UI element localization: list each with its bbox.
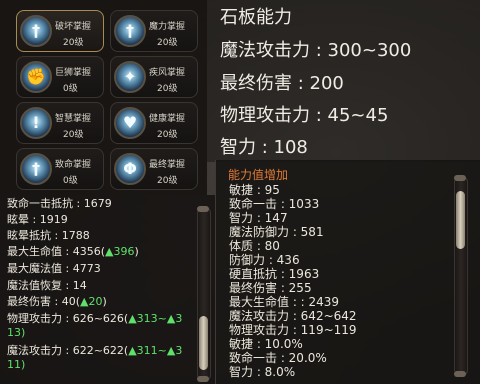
character-stats-panel: 致命一击抵抗 : 1679 眩晕 : 1919 眩晕抵抗 : 1788 最大生命… xyxy=(0,195,215,384)
stat-label: 物理攻击力 : 626~626( xyxy=(7,312,129,325)
tablet-stat: 魔法攻击力 : 300~300 xyxy=(220,40,412,61)
stat-row: 最大生命值 : 4356(▲396) xyxy=(7,245,139,258)
skill-slot-lion[interactable]: ✊ 巨狮掌握 0级 xyxy=(16,56,104,98)
skill-name: 健康掌握 xyxy=(149,114,186,124)
skill-slot-final[interactable]: Φ 最终掌握 20级 xyxy=(110,148,198,190)
increase-row: 魔法攻击力 : 642~642 xyxy=(229,309,357,323)
skill-name: 致命掌握 xyxy=(55,160,92,170)
scroll-up-cap[interactable] xyxy=(197,206,209,212)
stat-label: 眩晕抵抗 : 1788 xyxy=(7,229,90,242)
skill-slot-health[interactable]: ♥ 健康掌握 20级 xyxy=(110,102,198,144)
stat-bonus: ▲311~▲3 xyxy=(128,344,183,357)
stat-bonus: ▲396 xyxy=(105,245,135,258)
stat-bonus: ▲20 xyxy=(80,295,103,308)
increase-scroll-thumb[interactable] xyxy=(456,191,465,249)
stat-row: 眩晕抵抗 : 1788 xyxy=(7,229,90,242)
skill-icon-lion: ✊ xyxy=(20,61,52,93)
stat-row-wrap: 11) xyxy=(7,358,25,371)
skill-slot-wisdom[interactable]: ! 智慧掌握 20级 xyxy=(16,102,104,144)
stat-row: 魔法攻击力 : 622~622(▲311~▲3 xyxy=(7,344,182,357)
increase-row: 敏捷 : 95 xyxy=(229,183,280,197)
skill-level: 0级 xyxy=(63,176,78,186)
skill-level: 0级 xyxy=(63,84,78,94)
skill-icon-destruction: † xyxy=(20,15,52,47)
increase-row: 物理攻击力 : 119~119 xyxy=(229,323,357,337)
stat-label: 魔法攻击力 : 622~622( xyxy=(7,344,129,357)
tablet-stat: 智力 : 108 xyxy=(220,137,308,158)
stat-label: 致命一击抵抗 : 1679 xyxy=(7,197,112,210)
tablet-stat: 物理攻击力 : 45~45 xyxy=(220,105,389,126)
stat-label: 眩晕 : 1919 xyxy=(7,213,68,226)
stat-tail: ) xyxy=(134,245,139,258)
stat-row: 最大魔法值 : 4773 xyxy=(7,262,101,275)
stat-row: 魔法值恢复 : 14 xyxy=(7,279,87,292)
increase-scrollbar[interactable] xyxy=(454,175,468,377)
stat-label: 魔法值恢复 : 14 xyxy=(7,279,87,292)
scroll-down-cap[interactable] xyxy=(454,371,466,377)
increase-row: 魔法防御力 : 581 xyxy=(229,225,324,239)
skill-level: 20级 xyxy=(157,84,178,94)
increase-row: 智力 : 147 xyxy=(229,211,288,225)
stat-label: 最大生命值 : 4356( xyxy=(7,245,105,258)
skill-slot-destruction[interactable]: † 破坏掌握 20级 xyxy=(16,10,104,52)
stats-scroll-thumb[interactable] xyxy=(199,316,208,370)
stat-row-wrap: 13) xyxy=(7,326,25,339)
skill-slot-lethal[interactable]: † 致命掌握 0级 xyxy=(16,148,104,190)
skill-icon-lethal: † xyxy=(20,153,52,185)
stat-label: 最终伤害 : 40( xyxy=(7,295,80,308)
increase-row: 最终伤害 : 255 xyxy=(229,281,312,295)
stat-bonus: 11) xyxy=(7,358,26,371)
increase-row: 致命一击 : 1033 xyxy=(229,197,320,211)
stat-tail: ) xyxy=(102,295,107,308)
skill-level: 20级 xyxy=(63,38,84,48)
skill-mastery-panel: † 破坏掌握 20级 † 魔力掌握 20级 ✊ 巨狮掌握 0级 ✦ 疾风掌握 2… xyxy=(0,0,207,195)
stat-row: 眩晕 : 1919 xyxy=(7,213,68,226)
skill-name: 最终掌握 xyxy=(149,160,186,170)
skill-icon-wisdom: ! xyxy=(20,107,52,139)
tablet-stat: 最终伤害 : 200 xyxy=(220,73,344,94)
stats-scrollbar[interactable] xyxy=(197,206,211,382)
stat-bonus: ▲313~▲3 xyxy=(128,312,183,325)
skill-name: 魔力掌握 xyxy=(149,22,186,32)
ability-increase-panel: 能力值增加 敏捷 : 95 致命一击 : 1033 智力 : 147 魔法防御力… xyxy=(215,160,480,384)
increase-row: 防御力 : 436 xyxy=(229,253,300,267)
increase-row: 最大生命值 : : 2439 xyxy=(229,295,340,309)
scroll-down-cap[interactable] xyxy=(197,376,209,382)
skill-level: 20级 xyxy=(63,130,84,140)
stat-row: 致命一击抵抗 : 1679 xyxy=(7,197,112,210)
skill-level: 20级 xyxy=(157,38,178,48)
skill-level: 20级 xyxy=(157,130,178,140)
skill-icon-gale: ✦ xyxy=(114,61,146,93)
skill-name: 疾风掌握 xyxy=(149,68,186,78)
skill-name: 智慧掌握 xyxy=(55,114,92,124)
skill-slot-magic[interactable]: † 魔力掌握 20级 xyxy=(110,10,198,52)
tablet-title: 石板能力 xyxy=(220,7,292,28)
skill-name: 巨狮掌握 xyxy=(55,68,92,78)
skill-name: 破坏掌握 xyxy=(55,22,92,32)
scroll-up-cap[interactable] xyxy=(454,175,466,181)
stat-row: 最终伤害 : 40(▲20) xyxy=(7,295,107,308)
increase-row: 硬直抵抗 : 1963 xyxy=(229,267,320,281)
skill-slot-gale[interactable]: ✦ 疾风掌握 20级 xyxy=(110,56,198,98)
skill-icon-health: ♥ xyxy=(114,107,146,139)
stat-row: 物理攻击力 : 626~626(▲313~▲3 xyxy=(7,312,182,325)
increase-title: 能力值增加 xyxy=(228,168,289,182)
stat-bonus: 13) xyxy=(7,326,26,339)
increase-row: 体质 : 80 xyxy=(229,239,280,253)
skill-icon-magic: † xyxy=(114,15,146,47)
skill-icon-final: Φ xyxy=(114,153,146,185)
stat-label: 最大魔法值 : 4773 xyxy=(7,262,101,275)
stone-tablet-panel: 石板能力 魔法攻击力 : 300~300 最终伤害 : 200 物理攻击力 : … xyxy=(207,0,480,162)
skill-level: 20级 xyxy=(157,176,178,186)
increase-row: 敏捷 : 10.0% xyxy=(229,337,303,351)
increase-row: 致命一击 : 20.0% xyxy=(229,351,327,365)
increase-row: 智力 : 8.0% xyxy=(229,365,296,379)
